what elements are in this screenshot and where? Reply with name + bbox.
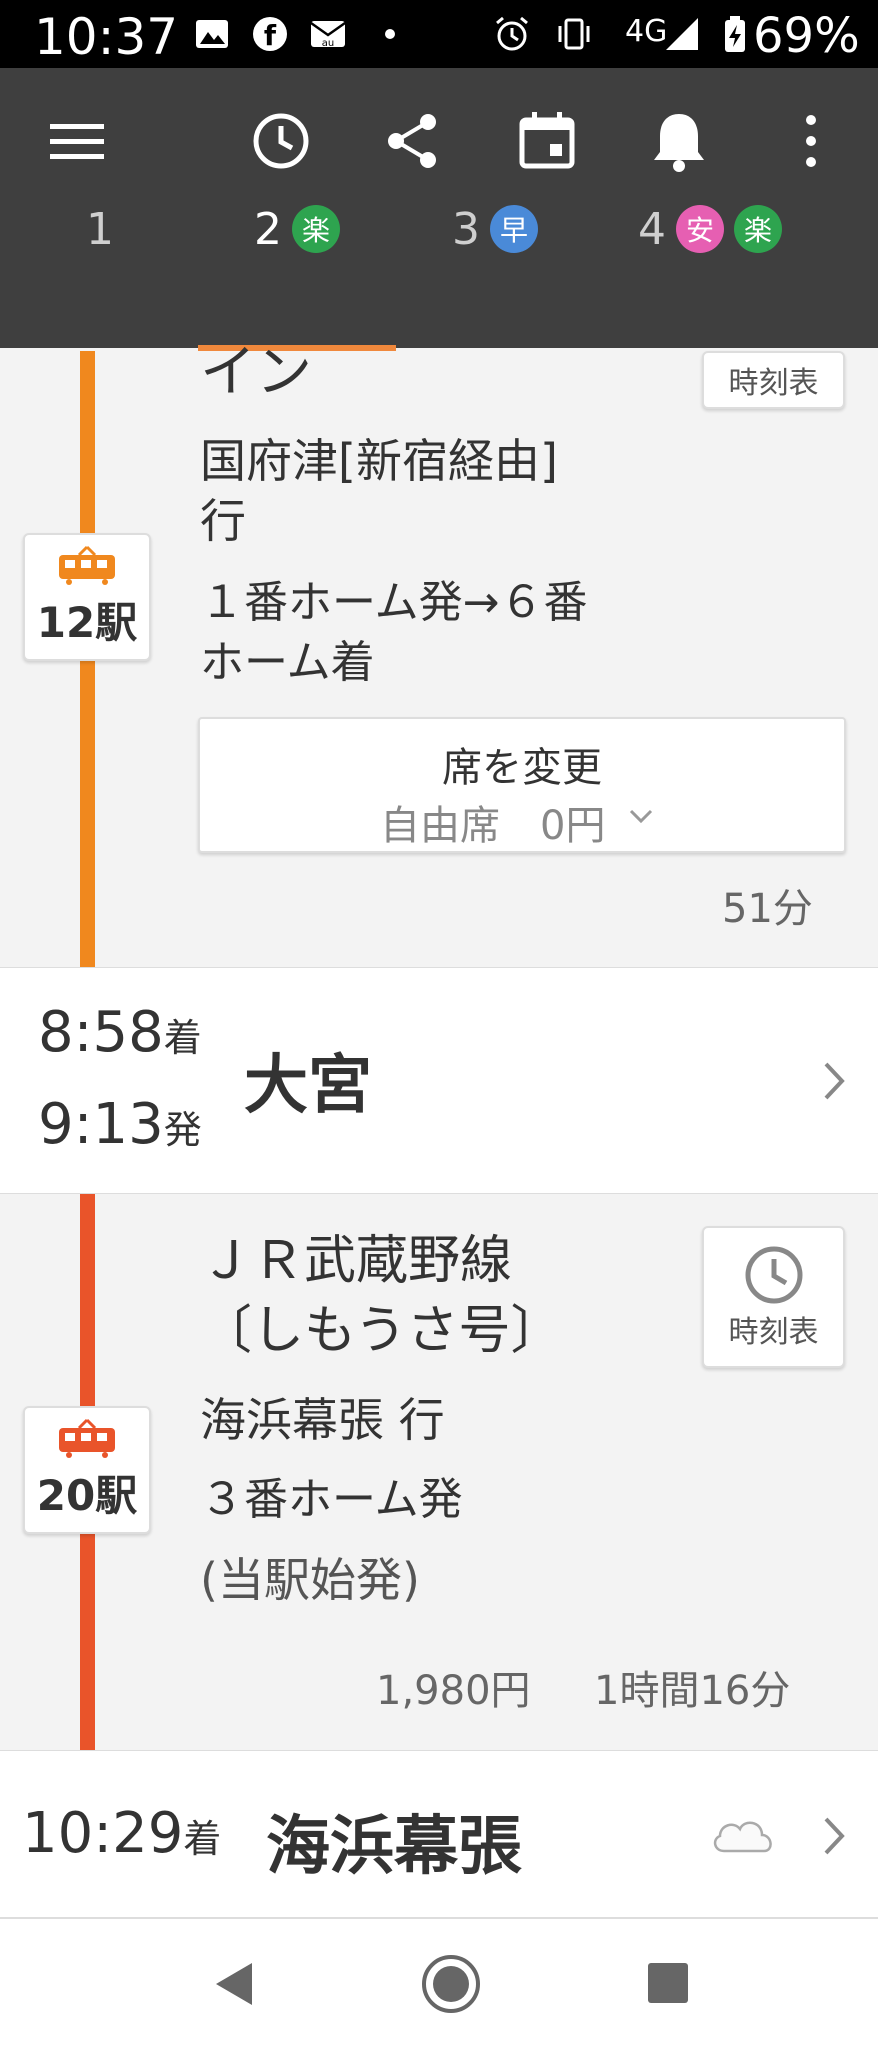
station-name: 大宮 <box>244 1049 372 1123</box>
route-segment-2: ＪＲ武蔵野線 〔しもうさ号〕 時刻表 海浜幕張 行 ３番ホーム発 (当駅始発) … <box>0 1194 878 1750</box>
back-icon[interactable] <box>210 1959 258 2009</box>
segment-duration: 51分 <box>722 886 813 932</box>
recents-icon[interactable] <box>646 1961 690 2005</box>
timetable-label: 時刻表 <box>728 366 819 401</box>
route-segment-1: イン 時刻表 国府津[新宿経由] 行 １番ホーム発→６番 ホーム着 12駅 <box>0 343 878 967</box>
status-bar: 10:37 f au 4G 69% <box>0 0 878 68</box>
station-count: 20駅 <box>36 1470 138 1520</box>
segment-duration: 1時間16分 <box>594 1668 791 1714</box>
home-icon[interactable] <box>420 1953 482 2015</box>
chevron-right-icon <box>824 1817 845 1855</box>
battery-percent: 69% <box>753 8 860 64</box>
system-nav-bar <box>0 1918 878 2048</box>
history-icon[interactable] <box>246 106 316 176</box>
share-icon[interactable] <box>378 106 448 176</box>
clock-icon <box>745 1246 802 1304</box>
status-time: 10:37 <box>34 8 179 66</box>
network-type: 4G <box>625 14 668 49</box>
station-count-badge[interactable]: 12駅 <box>23 533 151 661</box>
cloud-icon <box>713 1821 772 1853</box>
arrival-time: 8:58着 <box>38 1000 202 1065</box>
svg-text:f: f <box>264 19 277 52</box>
stop-row[interactable]: 8:58着 9:13発 大宮 <box>0 967 878 1194</box>
cheap-badge: 安 <box>676 205 724 253</box>
seat-change-button[interactable]: 席を変更 自由席 0円 <box>198 717 846 853</box>
destination: 国府津[新宿経由] 行 <box>200 434 558 548</box>
timetable-button[interactable]: 時刻表 <box>702 351 845 409</box>
seat-sub: 自由席 0円 <box>380 803 606 849</box>
easy-badge: 楽 <box>292 205 340 253</box>
line-name: ＪＲ武蔵野線 〔しもうさ号〕 <box>200 1231 563 1361</box>
origin-note: (当駅始発) <box>200 1553 420 1607</box>
battery-charging-icon <box>725 16 745 52</box>
line-name: イン <box>200 340 312 405</box>
station-name: 海浜幕張 <box>266 1810 522 1884</box>
easy-badge: 楽 <box>734 205 782 253</box>
platform-info: ３番ホーム発 <box>200 1474 463 1525</box>
segment-fare: 1,980円 <box>376 1668 531 1714</box>
toolbar: 1 2 楽 3 早 4 安 楽 <box>0 68 878 348</box>
menu-icon[interactable] <box>42 106 112 176</box>
timetable-label: 時刻表 <box>728 1315 819 1350</box>
seat-title: 席を変更 <box>442 745 602 791</box>
tab-route-4[interactable]: 4 安 楽 <box>610 178 810 280</box>
train-icon <box>59 1418 115 1458</box>
bell-icon[interactable] <box>644 106 714 176</box>
vibrate-icon <box>558 18 590 50</box>
calendar-icon[interactable] <box>512 106 582 176</box>
svg-text:au: au <box>322 38 334 49</box>
train-icon <box>59 545 115 585</box>
dot-icon <box>385 29 395 39</box>
arrival-time: 10:29着 <box>22 1801 222 1866</box>
facebook-icon: f <box>253 17 287 52</box>
timetable-button[interactable]: 時刻表 <box>702 1226 845 1368</box>
signal-icon <box>666 18 698 50</box>
station-count: 12駅 <box>36 597 138 647</box>
tab-route-2[interactable]: 2 楽 <box>198 178 396 280</box>
chevron-down-icon <box>629 809 653 824</box>
chevron-right-icon <box>824 1062 845 1100</box>
image-icon <box>196 20 228 48</box>
tab-route-1[interactable]: 1 <box>50 178 150 280</box>
destination: 海浜幕張 行 <box>200 1393 445 1447</box>
tab-route-3[interactable]: 3 早 <box>420 178 570 280</box>
platform-info: １番ホーム発→６番 ホーム着 <box>200 577 588 688</box>
more-icon[interactable] <box>776 106 846 176</box>
stop-row[interactable]: 10:29着 海浜幕張 <box>0 1750 878 1918</box>
departure-time: 9:13発 <box>38 1092 202 1157</box>
station-count-badge[interactable]: 20駅 <box>23 1406 151 1534</box>
alarm-icon <box>496 16 528 51</box>
fast-badge: 早 <box>490 205 538 253</box>
au-mail-icon: au <box>310 21 346 49</box>
